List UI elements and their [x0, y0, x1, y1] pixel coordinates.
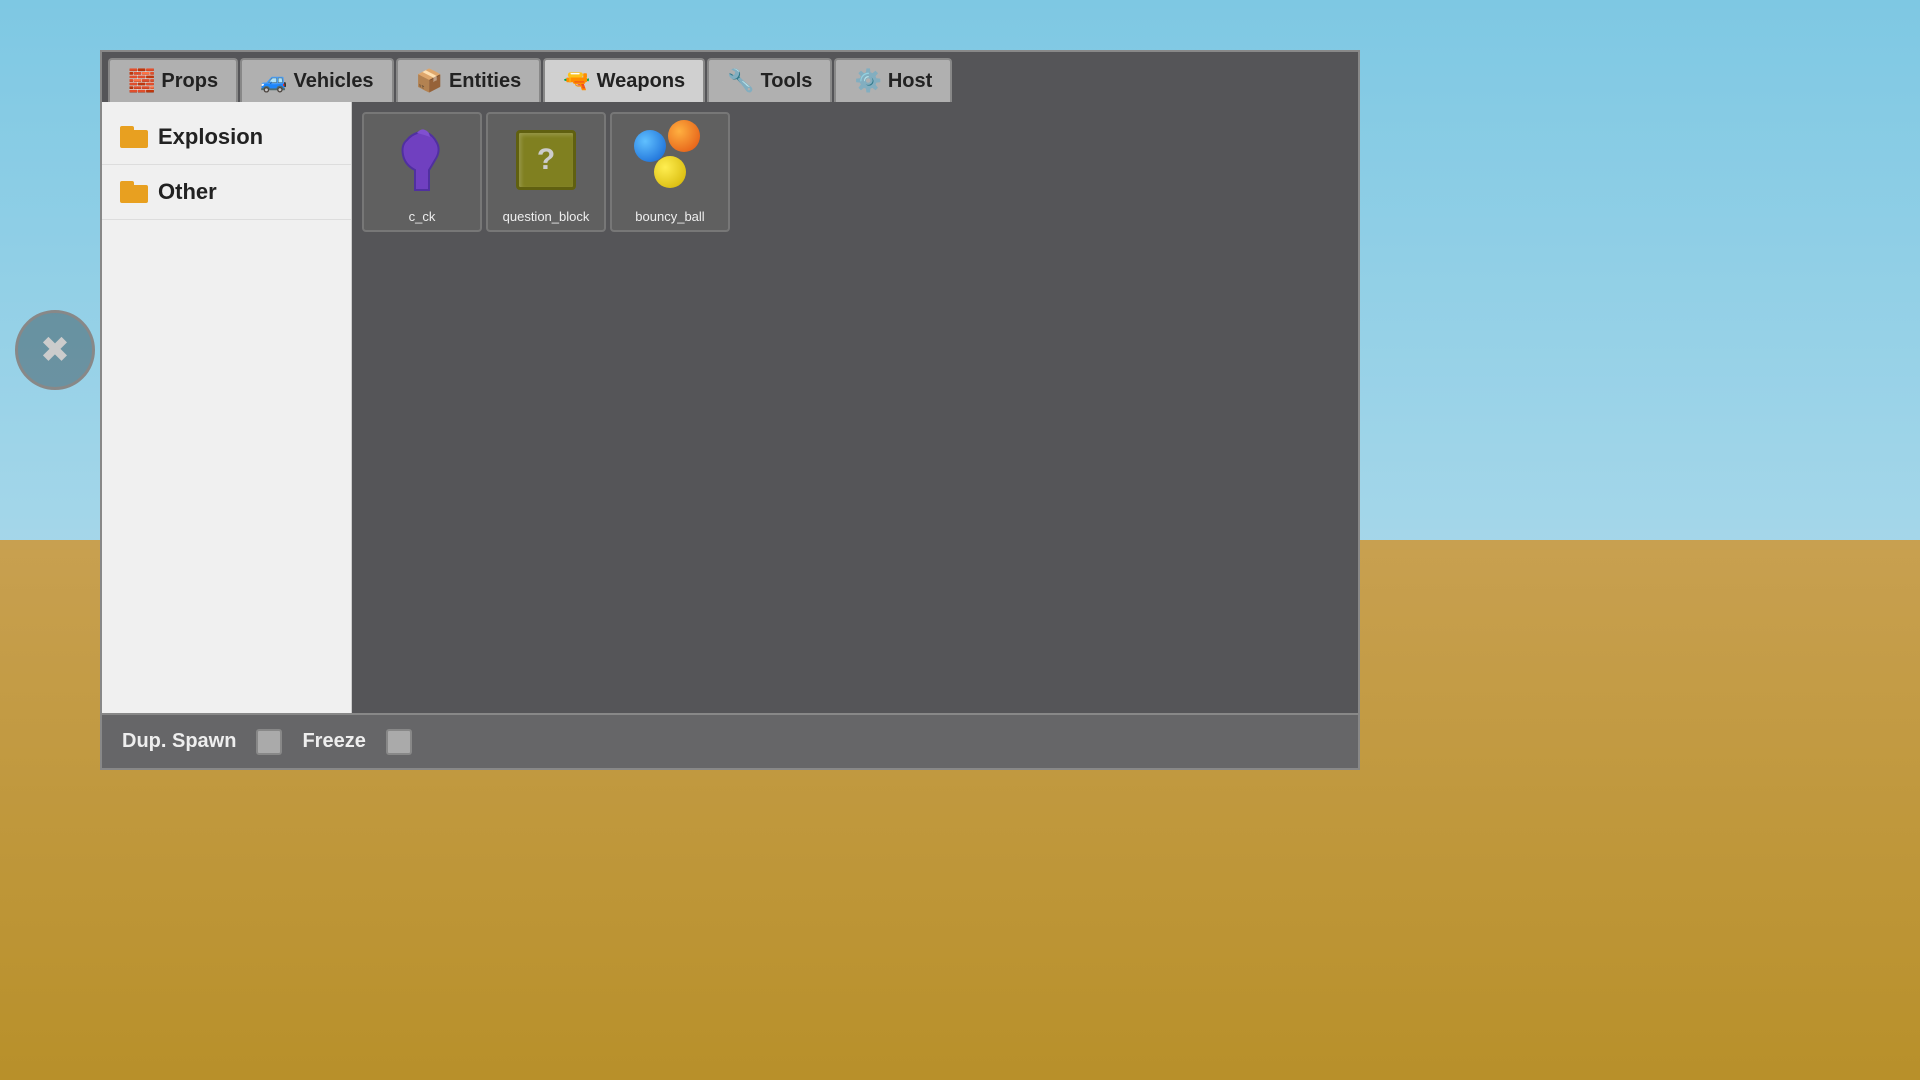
dup-spawn-checkbox[interactable] [256, 729, 282, 755]
item-bouncy-ball[interactable]: bouncy_ball [610, 112, 730, 232]
host-icon: ⚙️ [854, 68, 881, 94]
item-question-block[interactable]: question_block [486, 112, 606, 232]
weapons-icon: 🔫 [563, 68, 590, 94]
question-block-label: question_block [503, 209, 590, 224]
folder-other-icon [120, 181, 148, 203]
sidebar-item-explosion[interactable]: Explosion [102, 110, 351, 165]
yellow-ball [654, 156, 686, 188]
ball-group [630, 120, 710, 200]
tab-vehicles-label: Vehicles [294, 70, 374, 93]
content-area: Explosion Other [102, 102, 1358, 713]
tab-entities-label: Entities [449, 70, 521, 93]
sidebar-explosion-label: Explosion [158, 124, 263, 150]
freeze-label: Freeze [302, 730, 365, 753]
items-grid: c_ck question_block [352, 102, 1358, 713]
c-ck-label: c_ck [409, 209, 436, 224]
tab-bar: 🧱 Props 🚙 Vehicles 📦 Entities 🔫 Weapons … [102, 52, 1358, 102]
c-ck-visual [382, 122, 462, 197]
blue-ball [634, 130, 666, 162]
main-panel: 🧱 Props 🚙 Vehicles 📦 Entities 🔫 Weapons … [100, 50, 1360, 770]
dup-spawn-label: Dup. Spawn [122, 730, 236, 753]
item-c-ck[interactable]: c_ck [362, 112, 482, 232]
tools-circle-icon: ✖ [40, 329, 70, 371]
tab-host-label: Host [888, 70, 932, 93]
sidebar-item-other[interactable]: Other [102, 165, 351, 220]
tab-weapons-label: Weapons [597, 70, 686, 93]
tab-tools-label: Tools [761, 70, 813, 93]
entities-icon: 📦 [416, 68, 443, 94]
tab-props-label: Props [161, 70, 218, 93]
orange-ball [668, 120, 700, 152]
freeze-checkbox[interactable] [386, 729, 412, 755]
tab-host[interactable]: ⚙️ Host [834, 58, 952, 102]
question-block-shape [516, 130, 576, 190]
question-block-visual [506, 122, 586, 197]
tab-vehicles[interactable]: 🚙 Vehicles [240, 58, 393, 102]
props-icon: 🧱 [128, 68, 155, 94]
sidebar-other-label: Other [158, 179, 217, 205]
tab-props[interactable]: 🧱 Props [108, 58, 238, 102]
tools-icon: 🔧 [727, 68, 754, 94]
tab-entities[interactable]: 📦 Entities [396, 58, 542, 102]
bottom-bar: Dup. Spawn Freeze [102, 713, 1358, 768]
tab-weapons[interactable]: 🔫 Weapons [543, 58, 705, 102]
vehicles-icon: 🚙 [260, 68, 287, 94]
bouncy-ball-label: bouncy_ball [635, 209, 704, 224]
c-ck-svg [395, 125, 450, 195]
tools-circle-button[interactable]: ✖ [15, 310, 95, 390]
bouncy-ball-visual [630, 122, 710, 197]
tab-tools[interactable]: 🔧 Tools [707, 58, 832, 102]
sidebar: Explosion Other [102, 102, 352, 713]
folder-explosion-icon [120, 126, 148, 148]
